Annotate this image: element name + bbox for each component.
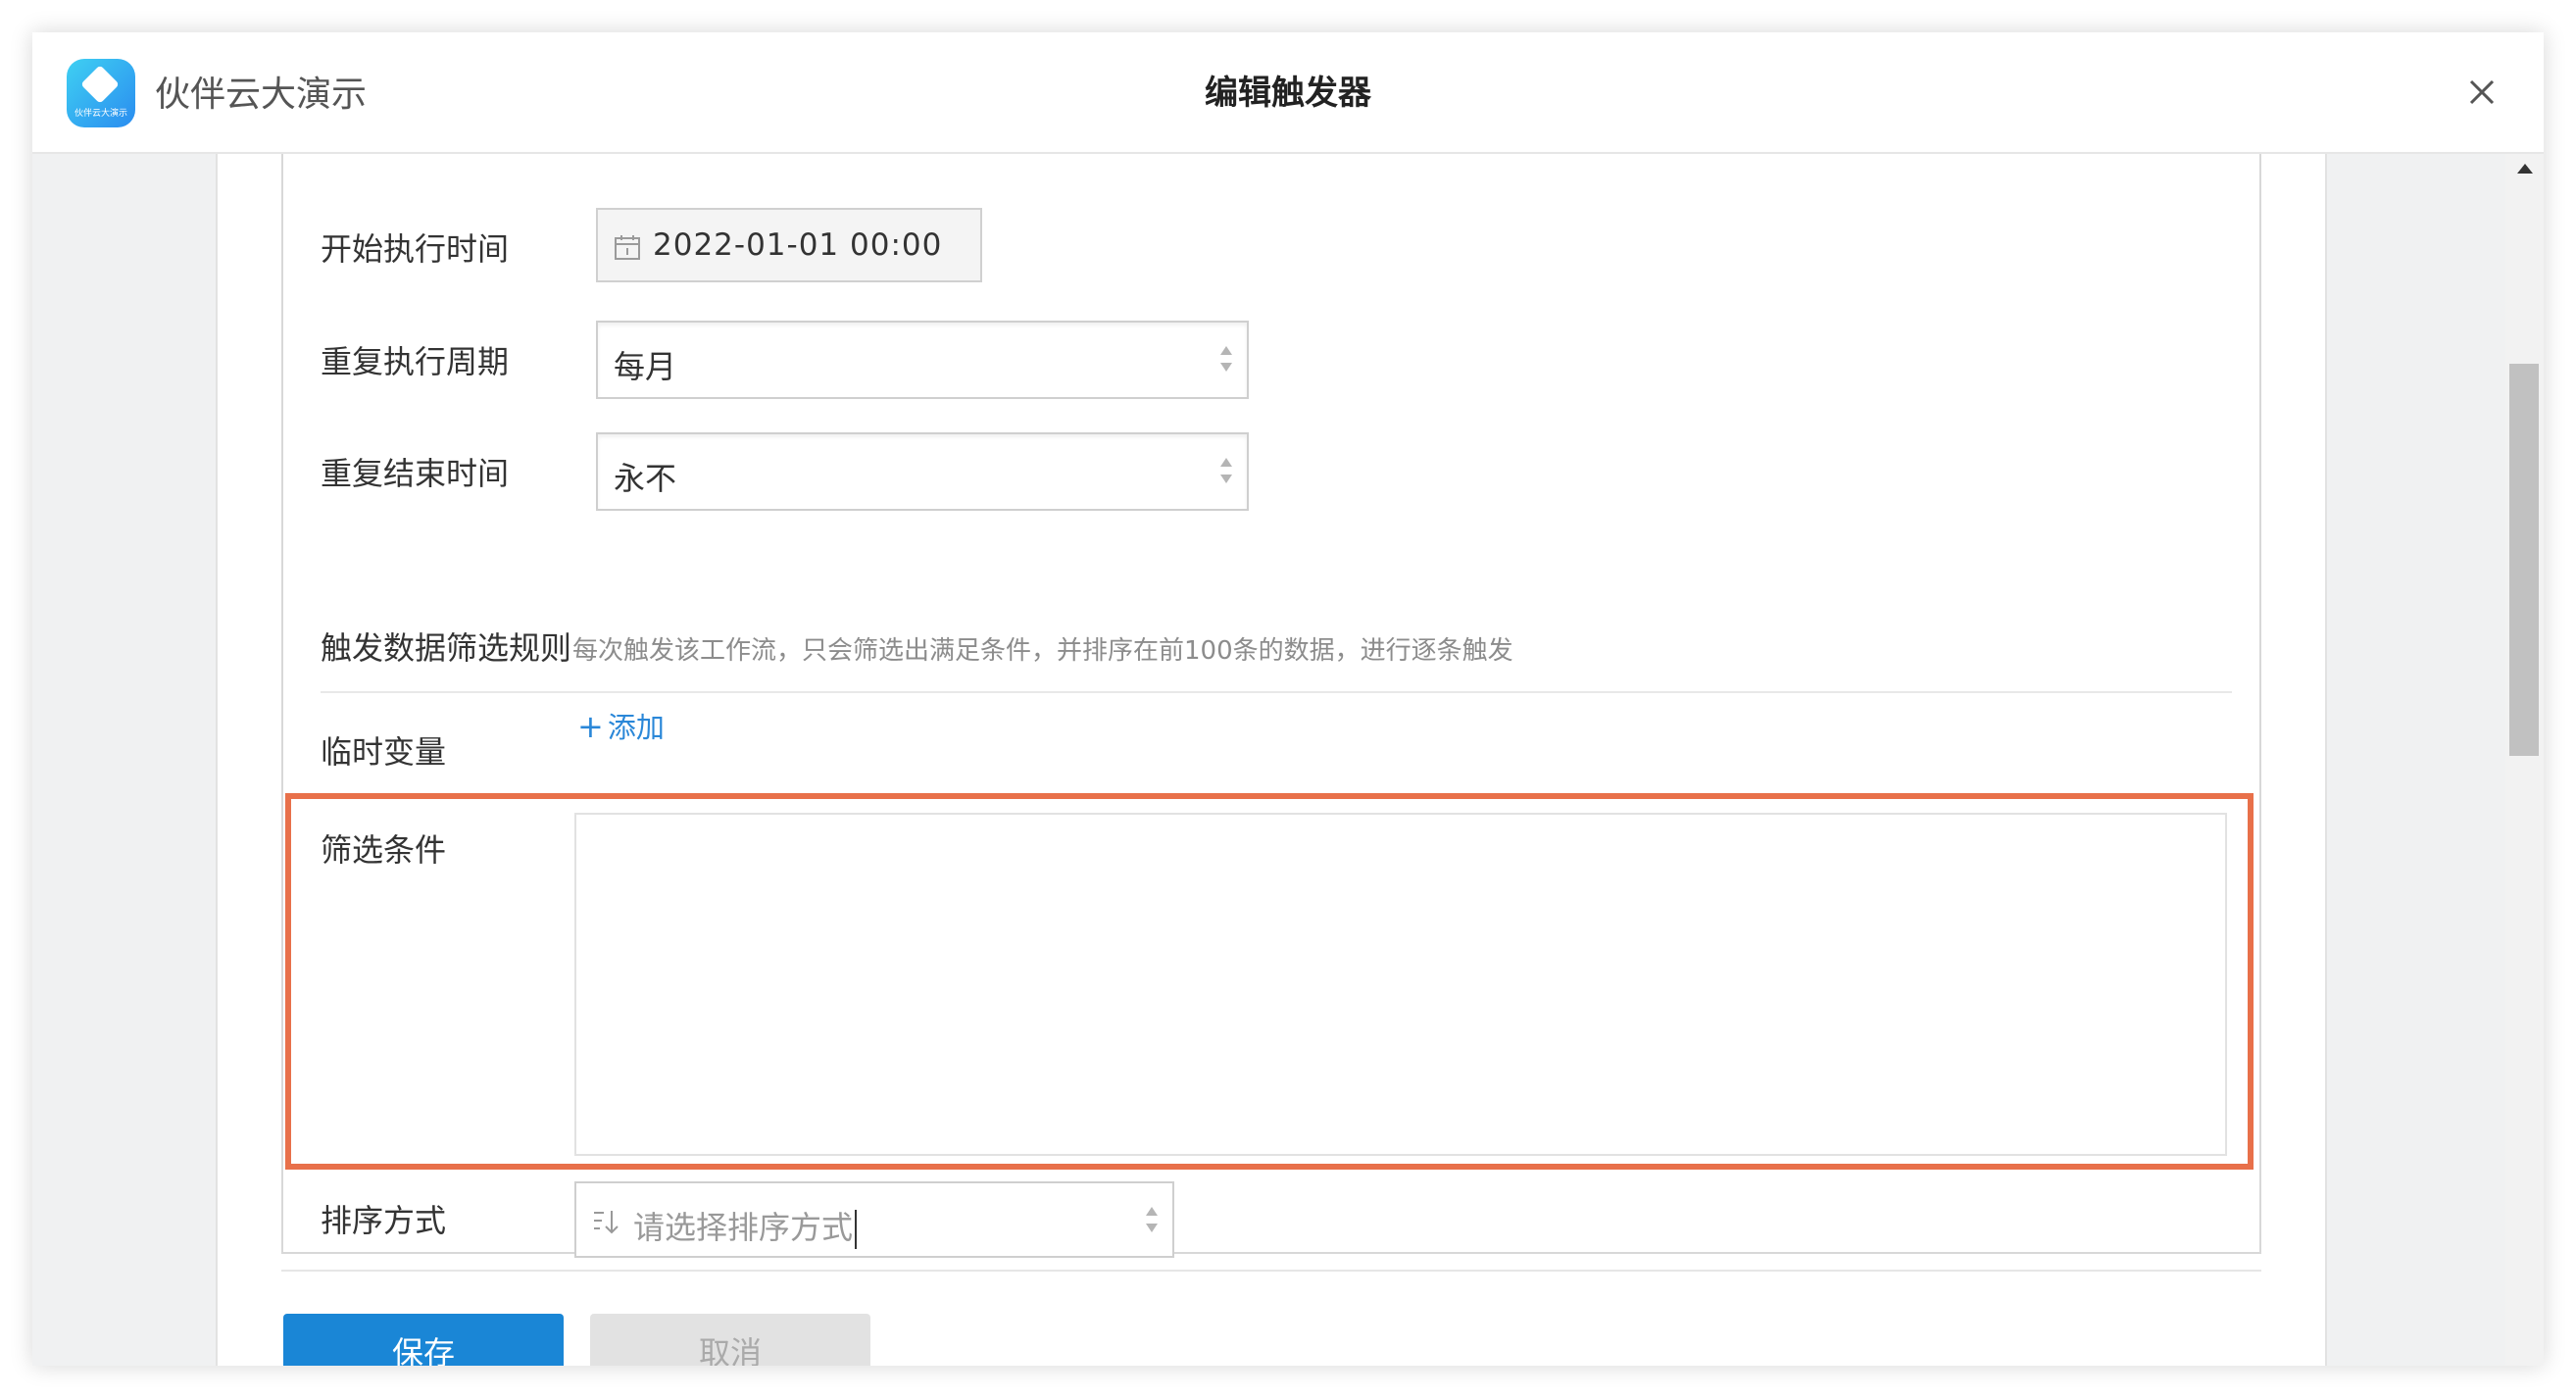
repeat-period-select[interactable]: 每月 bbox=[596, 321, 1249, 399]
repeat-end-label: 重复结束时间 bbox=[321, 455, 510, 492]
scrollbar-track[interactable] bbox=[2505, 154, 2544, 1366]
form-box: 开始执行时间 2022-01-01 00:00 重复执行周期 每月 重复结束时间… bbox=[281, 154, 2261, 1258]
cancel-button[interactable]: 取消 bbox=[590, 1314, 870, 1366]
temp-vars-label: 临时变量 bbox=[321, 733, 447, 771]
repeat-period-label: 重复执行周期 bbox=[321, 343, 510, 380]
footer-divider bbox=[281, 1270, 2261, 1272]
sort-placeholder: 请选择排序方式 bbox=[633, 1203, 858, 1249]
add-temp-var-link[interactable]: + 添加 bbox=[577, 705, 665, 746]
filter-conditions-area[interactable] bbox=[574, 813, 2227, 1156]
add-label: 添加 bbox=[607, 711, 665, 744]
select-arrows-icon bbox=[1219, 456, 1233, 485]
text-caret bbox=[855, 1210, 858, 1249]
scrollbar-thumb[interactable] bbox=[2509, 364, 2539, 756]
start-time-label: 开始执行时间 bbox=[321, 230, 510, 268]
scroll-up-icon[interactable] bbox=[2517, 164, 2533, 174]
sort-icon bbox=[592, 1207, 621, 1240]
calendar-icon bbox=[614, 233, 641, 265]
repeat-end-select[interactable]: 永不 bbox=[596, 432, 1249, 511]
filter-rules-title: 触发数据筛选规则 bbox=[321, 629, 572, 667]
select-arrows-icon bbox=[1219, 344, 1233, 374]
sort-label: 排序方式 bbox=[321, 1202, 447, 1239]
divider bbox=[321, 691, 2232, 693]
select-arrows-icon bbox=[1145, 1205, 1159, 1234]
close-icon[interactable] bbox=[2461, 72, 2502, 113]
repeat-period-value: 每月 bbox=[614, 348, 677, 385]
save-button[interactable]: 保存 bbox=[283, 1314, 564, 1366]
title-bar: 伙伴云大演示 伙伴云大演示 编辑触发器 bbox=[32, 32, 2544, 154]
repeat-end-value: 永不 bbox=[614, 460, 677, 497]
start-time-value: 2022-01-01 00:00 bbox=[653, 227, 943, 263]
edit-trigger-dialog: 伙伴云大演示 伙伴云大演示 编辑触发器 开始执行时间 2022-01-01 00… bbox=[32, 32, 2544, 1366]
dialog-title: 编辑触发器 bbox=[1205, 74, 1371, 113]
sort-select[interactable]: 请选择排序方式 bbox=[574, 1181, 1174, 1258]
form-panel: 开始执行时间 2022-01-01 00:00 重复执行周期 每月 重复结束时间… bbox=[216, 154, 2327, 1366]
start-time-field[interactable]: 2022-01-01 00:00 bbox=[596, 208, 982, 282]
plus-icon: + bbox=[577, 708, 604, 745]
filter-conditions-label: 筛选条件 bbox=[321, 831, 447, 869]
filter-rules-description: 每次触发该工作流，只会筛选出满足条件，并排序在前100条的数据，进行逐条触发 bbox=[572, 636, 1513, 666]
